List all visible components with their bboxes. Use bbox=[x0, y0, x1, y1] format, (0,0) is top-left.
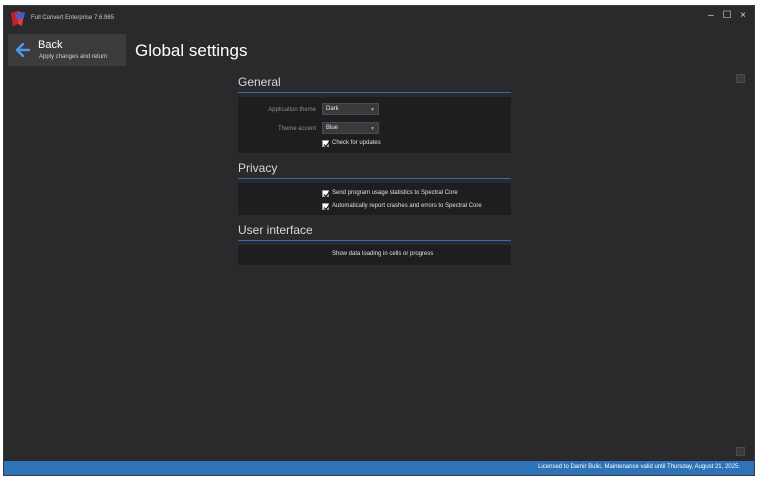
section-divider bbox=[238, 178, 511, 179]
checkbox-unchecked-icon bbox=[322, 251, 329, 258]
section-title-privacy: Privacy bbox=[238, 161, 278, 175]
minimize-button[interactable]: – bbox=[704, 9, 718, 23]
arrow-left-icon bbox=[16, 43, 30, 57]
general-panel: Application theme Dark ▼ Theme accent Bl… bbox=[238, 97, 511, 153]
section-title-general: General bbox=[238, 75, 281, 89]
scroll-up-button[interactable] bbox=[736, 74, 745, 83]
section-divider bbox=[238, 240, 511, 241]
close-button[interactable]: × bbox=[736, 9, 750, 23]
privacy-panel: Send program usage statistics to Spectra… bbox=[238, 183, 511, 215]
app-theme-value: Dark bbox=[326, 106, 339, 112]
title-bar: Full Convert Enterprise 7.6.965 – ☐ × bbox=[4, 6, 754, 30]
app-window: Full Convert Enterprise 7.6.965 – ☐ × Ba… bbox=[3, 5, 755, 476]
back-label: Back bbox=[38, 39, 63, 51]
license-status-text: Licensed to Damir Bulic. Maintenance val… bbox=[538, 464, 740, 470]
section-title-user-interface: User interface bbox=[238, 223, 313, 237]
checkbox-checked-icon bbox=[322, 140, 330, 148]
back-sublabel: Apply changes and return bbox=[39, 54, 108, 60]
theme-accent-value: Blue bbox=[326, 125, 339, 131]
scroll-down-button[interactable] bbox=[736, 447, 745, 456]
page-title: Global settings bbox=[135, 41, 248, 60]
chevron-down-icon: ▼ bbox=[370, 107, 375, 113]
checkbox-checked-icon bbox=[322, 190, 330, 198]
app-theme-select[interactable]: Dark ▼ bbox=[322, 103, 379, 115]
app-logo-icon bbox=[11, 11, 25, 26]
user-interface-panel: Show data loading in cells or progress bbox=[238, 245, 511, 265]
status-bar: Licensed to Damir Bulic. Maintenance val… bbox=[4, 461, 754, 475]
usage-stats-label: Send program usage statistics to Spectra… bbox=[332, 190, 458, 196]
checkbox-checked-icon bbox=[322, 203, 330, 211]
window-title: Full Convert Enterprise 7.6.965 bbox=[31, 15, 115, 21]
chevron-down-icon: ▼ bbox=[370, 126, 375, 132]
section-divider bbox=[238, 92, 511, 93]
crash-reports-label: Automatically report crashes and errors … bbox=[332, 203, 482, 209]
data-loading-label: Show data loading in cells or progress bbox=[332, 251, 434, 257]
back-button[interactable]: Back Apply changes and return bbox=[8, 34, 126, 66]
check-updates-label: Check for updates bbox=[332, 140, 381, 146]
maximize-button[interactable]: ☐ bbox=[720, 9, 734, 23]
theme-accent-select[interactable]: Blue ▼ bbox=[322, 122, 379, 134]
theme-accent-label: Theme accent bbox=[277, 126, 316, 132]
app-theme-label: Application theme bbox=[268, 107, 316, 113]
